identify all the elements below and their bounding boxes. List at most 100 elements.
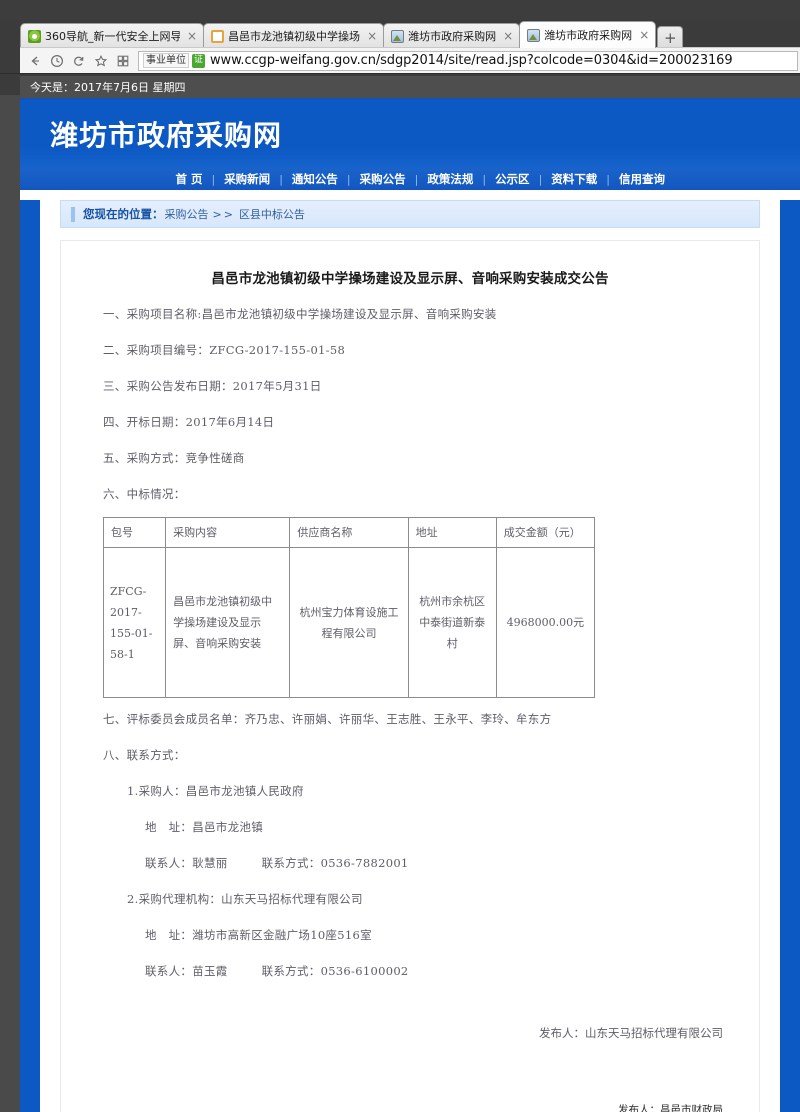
- breadcrumb-current: 区县中标公告: [238, 208, 305, 221]
- issuer-signature: 发布人：山东天马招标代理有限公司: [539, 1026, 723, 1040]
- detail-announcement-date: 三、采购公告发布日期：2017年5月31日: [103, 379, 322, 393]
- detail-project-name: 一、采购项目名称:昌邑市龙池镇初级中学操场建设及显示屏、音响采购安装: [103, 307, 497, 321]
- site-identity-badge: 事业单位: [143, 53, 189, 68]
- contact-1-person-label: 联系人：: [145, 856, 193, 870]
- picture-favicon-icon: [391, 29, 405, 43]
- nav-item-credit-query[interactable]: 信用查询: [610, 171, 674, 187]
- web-page: 今天是：2017年7月6日 星期四 潍坊市政府采购网 首 页 | 采购新闻 | …: [20, 76, 800, 1112]
- cell-procurement-item: 昌邑市龙池镇初级中学操场建设及显示屏、音响采购安装: [165, 547, 291, 698]
- nav-item-public-notice-zone[interactable]: 公示区: [486, 171, 539, 187]
- detail-bid-opening-date: 四、开标日期：2017年6月14日: [103, 415, 275, 429]
- content-outer: 您现在的位置： 采购公告 >> 区县中标公告 昌邑市龙池镇初级中学操场建设及显示…: [20, 200, 800, 1112]
- tab-label: 360导航_新一代安全上网导: [45, 30, 180, 43]
- new-tab-button[interactable]: +: [657, 26, 684, 48]
- contact-1-address-value: 昌邑市龙池镇: [192, 820, 264, 834]
- tab-label: 潍坊市政府采购网: [408, 30, 497, 43]
- browser-tab-3[interactable]: 潍坊市政府采购网 ×: [383, 23, 521, 48]
- page-title: 昌邑市龙池镇初级中学操场建设及显示屏、音响采购安装成交公告: [211, 271, 609, 287]
- contact-2-entity-label: 2.采购代理机构：: [127, 892, 222, 906]
- screen: 360导航_新一代安全上网导 × 昌邑市龙池镇初级中学操场 × 潍坊市政府采购网…: [0, 0, 800, 1112]
- url-text: www.ccgp-weifang.gov.cn/sdgp2014/site/re…: [210, 53, 733, 68]
- contact-2-person: 联系人：苗玉霞 联系方式：0536-6100002: [79, 956, 741, 986]
- close-icon[interactable]: ×: [367, 30, 377, 42]
- table-row: ZFCG-2017-155-01-58-1 昌邑市龙池镇初级中学操场建设及显示屏…: [102, 547, 596, 698]
- contact-2-entity-value: 山东天马招标代理有限公司: [221, 892, 363, 906]
- contact-2-entity: 2.采购代理机构：山东天马招标代理有限公司: [79, 884, 741, 914]
- contact-2-person-label: 联系人：: [145, 964, 193, 978]
- column-header-amount: 成交金额（元）: [495, 517, 596, 548]
- breadcrumb-arrow-icon: >>: [212, 207, 235, 221]
- publisher-label: 发布人：昌邑市财政局: [618, 1104, 723, 1112]
- contact-1-phone-value: 0536-7882001: [320, 856, 409, 870]
- contact-1-entity: 1.采购人：昌邑市龙池镇人民政府: [79, 776, 741, 806]
- address-bar[interactable]: 事业单位 证 www.ccgp-weifang.gov.cn/sdgp2014/…: [138, 50, 798, 71]
- breadcrumb-parent[interactable]: 采购公告: [165, 206, 209, 222]
- award-table: 包号 采购内容 供应商名称 地址 成交金额（元） ZFCG-2017-155-0…: [102, 517, 596, 698]
- nav-item-procurement-announcements[interactable]: 采购公告: [351, 171, 415, 187]
- publish-meta: 发布人：昌邑市财政局 发布时间：2017年06月14日 17时38分30秒: [79, 1102, 723, 1112]
- column-header-supplier: 供应商名称: [289, 517, 409, 548]
- nav-item-downloads[interactable]: 资料下载: [542, 171, 606, 187]
- forward-arrow-icon[interactable]: [46, 50, 68, 72]
- contact-2-phone-value: 0536-6100002: [320, 964, 409, 978]
- browser-tab-2[interactable]: 昌邑市龙池镇初级中学操场 ×: [203, 23, 385, 48]
- certificate-badge-icon: 证: [192, 53, 206, 68]
- picture-favicon-icon: [527, 28, 541, 42]
- browser-tab-1[interactable]: 360导航_新一代安全上网导 ×: [20, 23, 205, 48]
- today-date-label: 今天是：2017年7月6日 星期四: [30, 81, 186, 94]
- tab-label: 潍坊市政府采购网: [544, 29, 633, 42]
- contact-2-person-value: 苗玉霞: [192, 964, 228, 978]
- site-banner: 潍坊市政府采购网: [20, 100, 800, 168]
- date-bar: 今天是：2017年7月6日 星期四: [20, 76, 800, 98]
- contact-1-entity-value: 昌邑市龙池镇人民政府: [185, 784, 304, 798]
- nav-item-notices[interactable]: 通知公告: [283, 171, 347, 187]
- close-icon[interactable]: ×: [187, 30, 197, 42]
- table-header-row: 包号 采购内容 供应商名称 地址 成交金额（元）: [102, 517, 596, 548]
- contact-1-address-label: 地 址：: [145, 820, 193, 834]
- nav-item-news[interactable]: 采购新闻: [215, 171, 279, 187]
- 360-favicon-icon: [28, 29, 41, 43]
- back-arrow-icon[interactable]: [24, 50, 46, 72]
- content-inner: 您现在的位置： 采购公告 >> 区县中标公告 昌邑市龙池镇初级中学操场建设及显示…: [40, 200, 780, 1112]
- contact-1-address: 地 址：昌邑市龙池镇: [79, 812, 741, 842]
- circle-favicon-icon: [211, 29, 225, 43]
- contact-2-address: 地 址：潍坊市高新区金融广场10座516室: [79, 920, 741, 950]
- refresh-arrow-icon[interactable]: [68, 50, 90, 72]
- contact-1-person-value: 耿慧丽: [192, 856, 228, 870]
- column-header-package: 包号: [102, 517, 167, 548]
- breadcrumb: 您现在的位置： 采购公告 >> 区县中标公告: [60, 200, 760, 228]
- breadcrumb-label: 您现在的位置：: [83, 207, 164, 221]
- column-header-item: 采购内容: [165, 517, 291, 548]
- chrome-divider: [0, 73, 800, 74]
- cell-award-amount: 4968000.00元: [495, 547, 596, 698]
- detail-evaluation-committee: 七、评标委员会成员名单：齐乃忠、许丽娟、许丽华、王志胜、王永平、李玲、牟东方: [103, 712, 552, 726]
- tab-label: 昌邑市龙池镇初级中学操场: [228, 30, 361, 43]
- site-title: 潍坊市政府采购网: [50, 119, 283, 152]
- detail-procurement-method: 五、采购方式：竞争性磋商: [103, 451, 245, 465]
- tab-strip: 360导航_新一代安全上网导 × 昌邑市龙池镇初级中学操场 × 潍坊市政府采购网…: [20, 20, 800, 48]
- browser-tab-4-active[interactable]: 潍坊市政府采购网 ×: [519, 21, 657, 48]
- nav-item-home[interactable]: 首 页: [166, 171, 211, 187]
- close-icon[interactable]: ×: [503, 30, 513, 42]
- detail-project-number: 二、采购项目编号：ZFCG-2017-155-01-58: [103, 343, 346, 357]
- contact-2-phone-label: 联系方式：: [261, 964, 321, 978]
- cell-supplier-name: 杭州宝力体育设施工程有限公司: [289, 547, 409, 698]
- contact-2-address-label: 地 址：: [145, 928, 193, 942]
- column-header-address: 地址: [407, 517, 497, 548]
- grid-icon[interactable]: [112, 50, 134, 72]
- cell-supplier-address: 杭州市余杭区中泰街道新泰村: [407, 547, 497, 698]
- cell-package-number: ZFCG-2017-155-01-58-1: [102, 547, 167, 698]
- window-titlebar: [0, 0, 800, 20]
- nav-item-policies[interactable]: 政策法规: [418, 171, 482, 187]
- detail-contact-heading: 八、联系方式：: [103, 748, 186, 762]
- breadcrumb-marker-icon: [71, 206, 75, 222]
- contact-1-person: 联系人：耿慧丽 联系方式：0536-7882001: [79, 848, 741, 878]
- contact-2-address-value: 潍坊市高新区金融广场10座516室: [192, 928, 372, 942]
- close-icon[interactable]: ×: [639, 29, 649, 41]
- star-icon[interactable]: [90, 50, 112, 72]
- announcement-document: 昌邑市龙池镇初级中学操场建设及显示屏、音响采购安装成交公告 一、采购项目名称:昌…: [60, 240, 760, 1112]
- contact-1-entity-label: 1.采购人：: [127, 784, 186, 798]
- contact-1-phone-label: 联系方式：: [261, 856, 321, 870]
- browser-toolbar: 事业单位 证 www.ccgp-weifang.gov.cn/sdgp2014/…: [20, 47, 800, 73]
- main-nav: 首 页 | 采购新闻 | 通知公告 | 采购公告 | 政策法规 | 公示区 | …: [20, 168, 800, 190]
